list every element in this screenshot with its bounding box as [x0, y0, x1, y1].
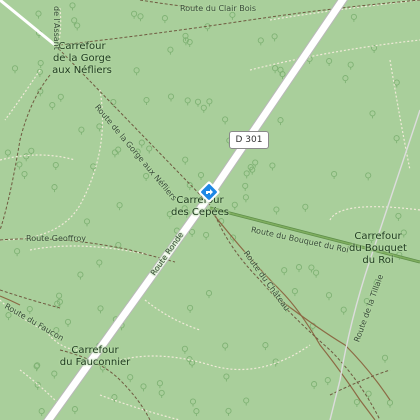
place-label-line: du Roi: [362, 255, 394, 266]
place-label-line: de la Gorge: [52, 53, 112, 64]
place-label-line: du Bouquet: [349, 243, 407, 254]
place-label-line: Carrefour: [71, 345, 119, 356]
place-label-line: des Cepées: [171, 207, 229, 218]
directions-diamond-icon[interactable]: [197, 180, 221, 204]
place-label-line: Carrefour: [354, 231, 402, 242]
place-label-line: du Fauconnier: [59, 357, 131, 368]
place-carrefour-bouquet: Carrefour du Bouquet du Roi: [340, 231, 416, 267]
map-view[interactable]: Carrefour de la Gorge aux Néfliers Carre…: [0, 0, 420, 420]
road-label-assant: de l'Assant: [52, 6, 61, 50]
directions-diamond-icon-graphic: [198, 181, 220, 203]
place-carrefour-fauconnier: Carrefour du Fauconnier: [45, 345, 145, 369]
road-label-clair-bois: Route du Clair Bois: [180, 4, 256, 13]
place-label-line: aux Néfliers: [52, 65, 112, 76]
road-label-geoffroy: Route Geoffroy: [26, 234, 87, 243]
road-shield-d301: D 301: [229, 131, 269, 149]
